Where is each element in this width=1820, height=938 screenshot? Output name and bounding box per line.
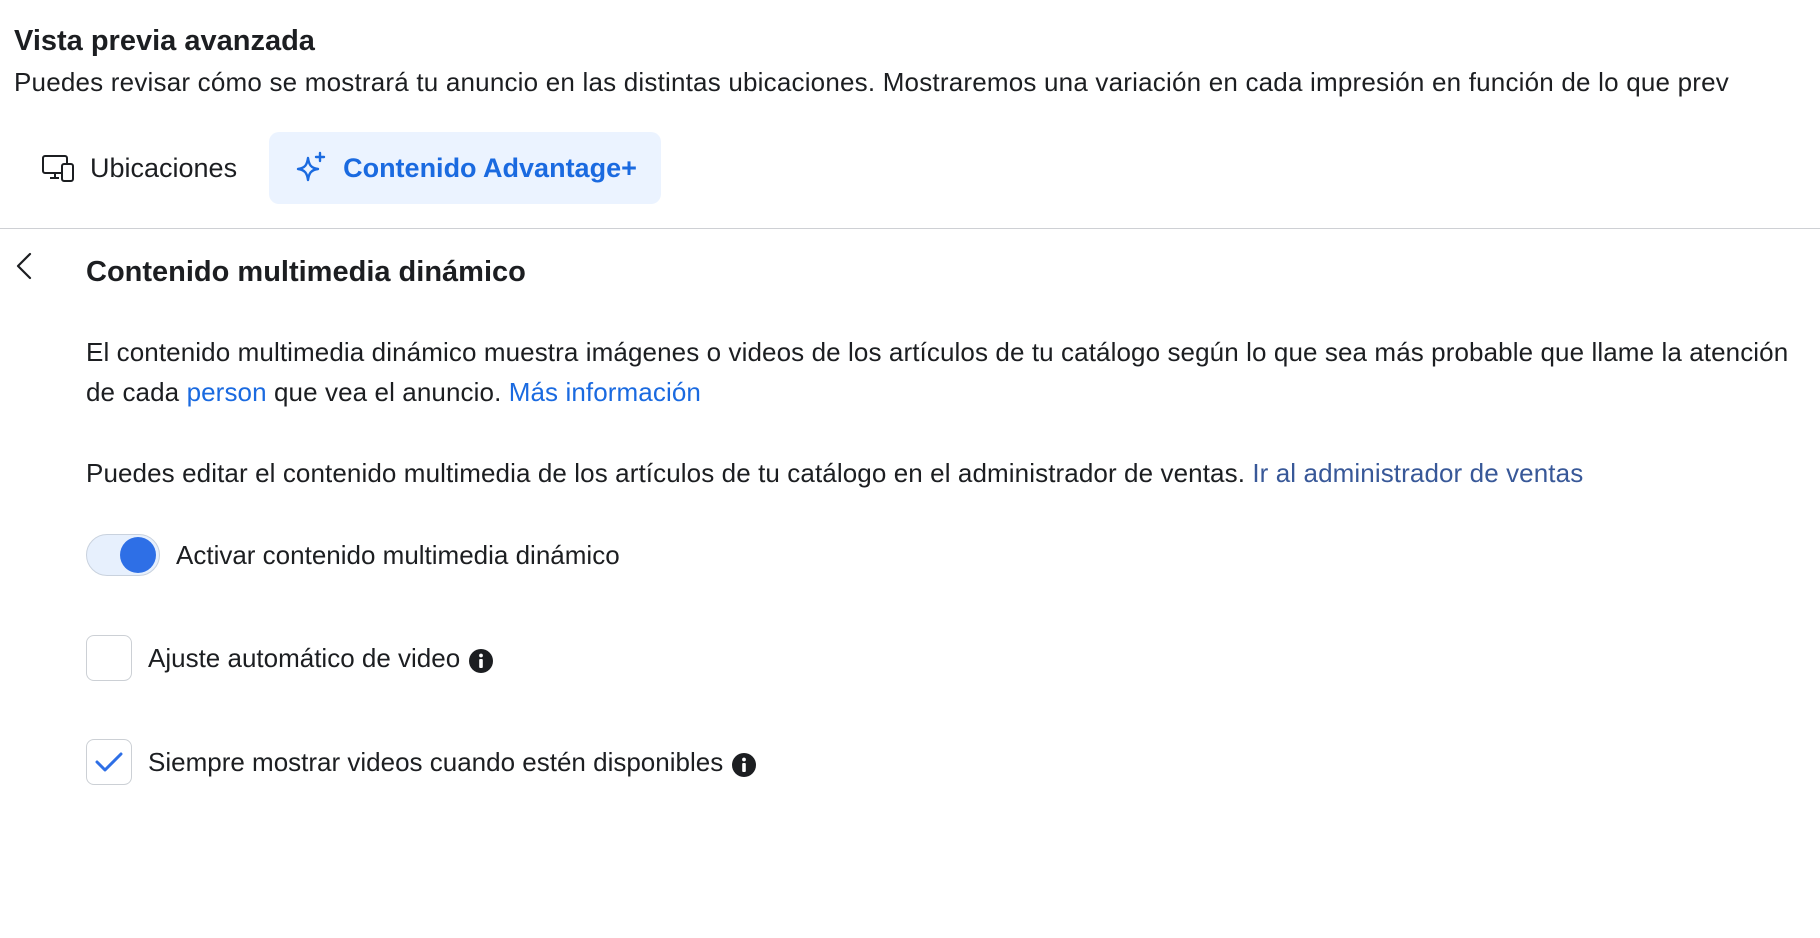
checkmark-icon: [94, 750, 124, 774]
toggle-knob: [120, 537, 156, 573]
back-button[interactable]: [6, 246, 42, 286]
always-show-videos-checkbox[interactable]: [86, 739, 132, 785]
edit-media-text: Puedes editar el contenido multimedia de…: [86, 458, 1253, 488]
chevron-left-icon: [14, 251, 34, 281]
page-title: Vista previa avanzada: [14, 25, 315, 57]
description-text-2: que vea el anuncio.: [266, 377, 509, 407]
auto-video-adjust-label: Ajuste automático de video: [148, 642, 461, 673]
auto-video-adjust-checkbox[interactable]: [86, 635, 132, 681]
person-link[interactable]: person: [187, 377, 267, 407]
toggle-label: Activar contenido multimedia dinámico: [176, 539, 620, 570]
devices-icon: [40, 150, 76, 186]
page-subtitle: Puedes revisar cómo se mostrará tu anunc…: [14, 67, 1729, 97]
always-show-videos-label: Siempre mostrar videos cuando estén disp…: [148, 746, 724, 777]
description-paragraph: El contenido multimedia dinámico muestra…: [86, 332, 1816, 412]
info-icon[interactable]: [731, 752, 757, 778]
tab-advantage-content[interactable]: Contenido Advantage+: [269, 132, 661, 204]
more-info-link[interactable]: Más información: [509, 377, 701, 407]
edit-media-paragraph: Puedes editar el contenido multimedia de…: [86, 453, 1816, 493]
dynamic-media-toggle-row: Activar contenido multimedia dinámico: [86, 532, 620, 578]
always-show-videos-row: Siempre mostrar videos cuando estén disp…: [86, 738, 757, 786]
info-icon[interactable]: [468, 648, 494, 674]
dynamic-media-toggle[interactable]: [86, 534, 160, 576]
sparkle-icon: [293, 150, 329, 186]
tab-placements-label: Ubicaciones: [90, 152, 238, 183]
auto-video-adjust-row: Ajuste automático de video: [86, 634, 494, 682]
divider: [0, 228, 1820, 229]
tab-bar: Ubicaciones Contenido Advantage+: [22, 132, 661, 204]
sales-manager-link[interactable]: Ir al administrador de ventas: [1252, 458, 1583, 488]
tab-placements[interactable]: Ubicaciones: [22, 132, 255, 204]
section-title: Contenido multimedia dinámico: [86, 256, 526, 288]
preview-header: Vista previa avanzada Puedes revisar cóm…: [14, 18, 1820, 100]
tab-advantage-label: Contenido Advantage+: [343, 152, 637, 183]
